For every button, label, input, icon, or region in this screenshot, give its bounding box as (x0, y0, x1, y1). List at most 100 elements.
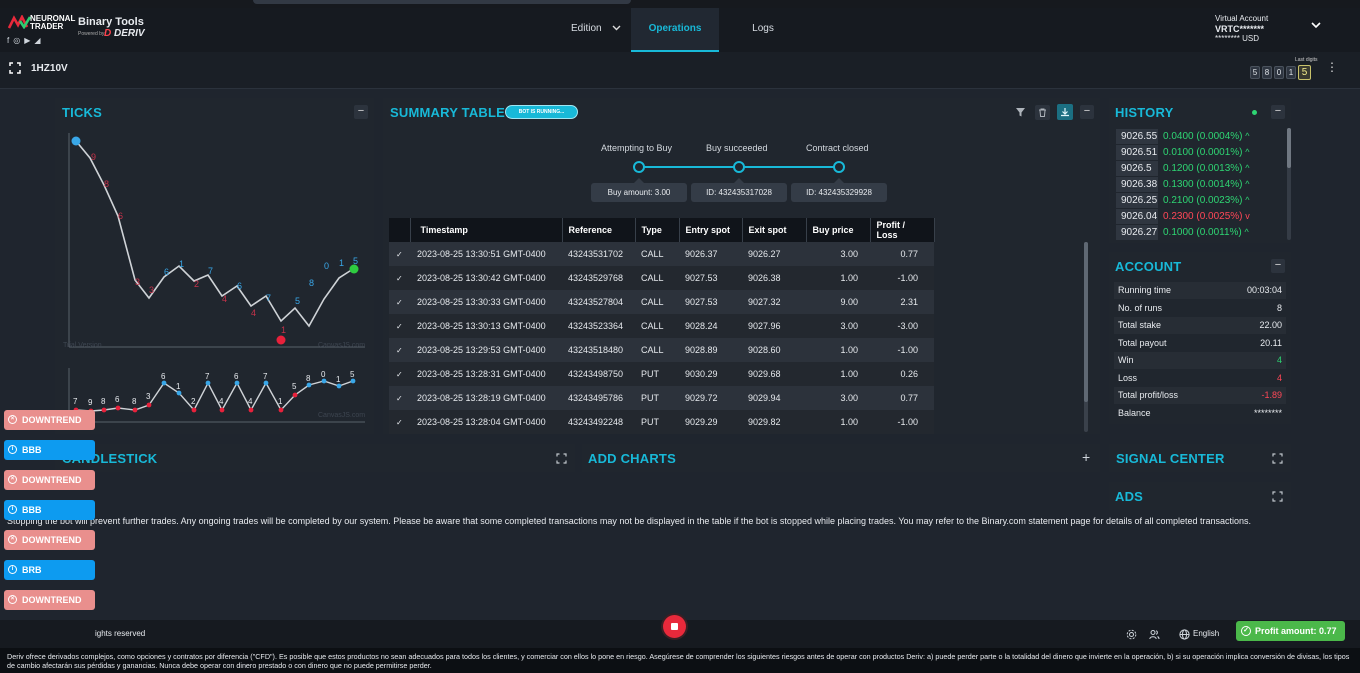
account-minimize-button[interactable]: − (1271, 259, 1285, 273)
account-chevron-down-icon[interactable] (1311, 22, 1321, 29)
tab-edition-label: Edition (571, 23, 602, 34)
cell-buy-price: 3.00 (806, 314, 870, 338)
globe-icon[interactable] (1179, 629, 1190, 640)
expand-icon[interactable] (556, 453, 567, 464)
social-icons[interactable]: f◎▶◢ (7, 36, 45, 45)
cell-type: CALL (635, 314, 679, 338)
cell-timestamp: 2023-08-25 13:28:19 GMT-0400 (410, 386, 562, 410)
settings-gear-icon[interactable] (1126, 629, 1137, 640)
tab-edition[interactable]: Edition (562, 8, 630, 52)
signal-notification[interactable]: i BRB (4, 560, 95, 580)
cell-spacer (934, 314, 1071, 338)
ticks-minimize-button[interactable]: − (354, 105, 368, 119)
status-check-icon: ✓ (389, 410, 410, 434)
col-profit-loss[interactable]: Profit / Loss (870, 218, 935, 242)
mini-digit-label: 7 (73, 397, 78, 406)
table-row[interactable]: ✓ 2023-08-25 13:29:53 GMT-0400 43243518480… (389, 338, 1071, 362)
tab-operations[interactable]: Operations (631, 8, 719, 52)
signal-notification[interactable]: i BBB (4, 500, 95, 520)
table-scrollbar-thumb[interactable] (1084, 242, 1088, 402)
signal-center-title: SIGNAL CENTER (1116, 451, 1225, 466)
signal-notification[interactable]: i BBB (4, 440, 95, 460)
mini-tick-marker (292, 392, 298, 398)
account-row: Balance ******** (1114, 405, 1286, 422)
downtrend-signal[interactable]: × DOWNTREND (4, 470, 95, 490)
table-row[interactable]: ✓ 2023-08-25 13:30:33 GMT-0400 43243527804… (389, 290, 1071, 314)
telegram-icon[interactable]: ◢ (34, 36, 44, 45)
summary-minimize-button[interactable]: − (1080, 105, 1094, 119)
col-buy-price[interactable]: Buy price (806, 218, 871, 242)
table-row[interactable]: ✓ 2023-08-25 13:30:51 GMT-0400 43243531702… (389, 242, 1071, 266)
close-circle-icon: × (8, 595, 17, 604)
live-indicator-icon (1252, 110, 1257, 115)
fullscreen-icon[interactable] (9, 62, 21, 74)
tab-logs[interactable]: Logs (733, 8, 793, 52)
summary-title: SUMMARY TABLE (390, 105, 506, 120)
clear-table-button[interactable] (1035, 105, 1050, 120)
tick-digit-label: 7 (266, 293, 271, 303)
history-change: 0.2300 (0.0025%) (1163, 211, 1243, 222)
tick-digit-label: 8 (309, 278, 314, 288)
table-row[interactable]: ✓ 2023-08-25 13:30:42 GMT-0400 43243529768… (389, 266, 1071, 290)
table-row[interactable]: ✓ 2023-08-25 13:30:13 GMT-0400 43243523364… (389, 314, 1071, 338)
history-row: 9026.04 0.2300 (0.0025%) v (1116, 209, 1280, 224)
neuronal-trader-logo[interactable]: NEURONAL TRADER f◎▶◢ (7, 15, 75, 49)
last-digits: 5 8 0 1 5 (1250, 65, 1311, 80)
downtrend-signal[interactable]: × DOWNTREND (4, 530, 95, 550)
close-circle-icon: × (8, 415, 17, 424)
youtube-icon[interactable]: ▶ (24, 36, 34, 45)
cell-entry-spot: 9027.53 (679, 290, 742, 314)
account-id: VRTC******* (1215, 24, 1265, 34)
trash-icon (1039, 108, 1046, 117)
expand-icon[interactable] (1272, 491, 1283, 502)
history-scrollbar-thumb[interactable] (1287, 128, 1291, 168)
chevron-down-icon (612, 25, 621, 31)
stop-bot-button[interactable] (663, 615, 686, 638)
cell-type: PUT (635, 362, 679, 386)
filter-icon[interactable] (1015, 107, 1026, 118)
users-icon[interactable] (1149, 629, 1160, 640)
account-value: 00:03:04 (1246, 285, 1282, 295)
cell-entry-spot: 9029.29 (679, 410, 742, 434)
step-dot (733, 161, 745, 173)
history-scrollbar[interactable] (1287, 128, 1291, 240)
mini-digit-label: 8 (132, 397, 137, 406)
add-chart-button[interactable]: + (1082, 449, 1090, 465)
cell-reference: 43243531702 (562, 242, 635, 266)
col-reference[interactable]: Reference (562, 218, 636, 242)
cell-buy-price: 1.00 (806, 338, 870, 362)
copyright-text: ights reserved (95, 629, 146, 638)
tick-digit-label: 3 (135, 277, 140, 287)
table-row[interactable]: ✓ 2023-08-25 13:28:19 GMT-0400 43243495786… (389, 386, 1071, 410)
risk-disclaimer: Deriv ofrece derivados complejos, como o… (0, 648, 1360, 673)
account-label: Total stake (1118, 320, 1162, 330)
downtrend-signal[interactable]: × DOWNTREND (4, 410, 95, 430)
cell-timestamp: 2023-08-25 13:28:31 GMT-0400 (410, 362, 562, 386)
account-label: Total payout (1118, 337, 1167, 348)
col-type[interactable]: Type (635, 218, 680, 242)
col-exit-spot[interactable]: Exit spot (742, 218, 807, 242)
instagram-icon[interactable]: ◎ (13, 36, 24, 45)
ads-title: ADS (1115, 489, 1144, 504)
cell-type: PUT (635, 410, 679, 434)
language-selector[interactable]: English (1193, 629, 1219, 638)
last-digit: 8 (1262, 66, 1272, 79)
col-entry-spot[interactable]: Entry spot (679, 218, 743, 242)
mini-tick-marker (248, 407, 254, 413)
symbol-name[interactable]: 1HZ10V (31, 63, 68, 74)
download-button[interactable] (1057, 104, 1073, 120)
table-row[interactable]: ✓ 2023-08-25 13:28:04 GMT-0400 43243492248… (389, 410, 1071, 434)
tick-digit-label: 6 (164, 267, 169, 277)
cell-profit-loss: -1.00 (870, 410, 934, 434)
step-dot (833, 161, 845, 173)
col-timestamp[interactable]: Timestamp (410, 218, 563, 242)
history-minimize-button[interactable]: − (1271, 105, 1285, 119)
more-options-icon[interactable]: ⋮ (1326, 60, 1338, 74)
account-switcher[interactable]: Virtual Account VRTC******* ******** USD (1215, 14, 1268, 44)
table-row[interactable]: ✓ 2023-08-25 13:28:31 GMT-0400 43243498750… (389, 362, 1071, 386)
table-scrollbar[interactable] (1084, 242, 1088, 432)
expand-icon[interactable] (1272, 453, 1283, 464)
step-attempting-label: Attempting to Buy (601, 143, 673, 153)
downtrend-signal[interactable]: × DOWNTREND (4, 590, 95, 610)
cell-exit-spot: 9029.94 (742, 386, 806, 410)
